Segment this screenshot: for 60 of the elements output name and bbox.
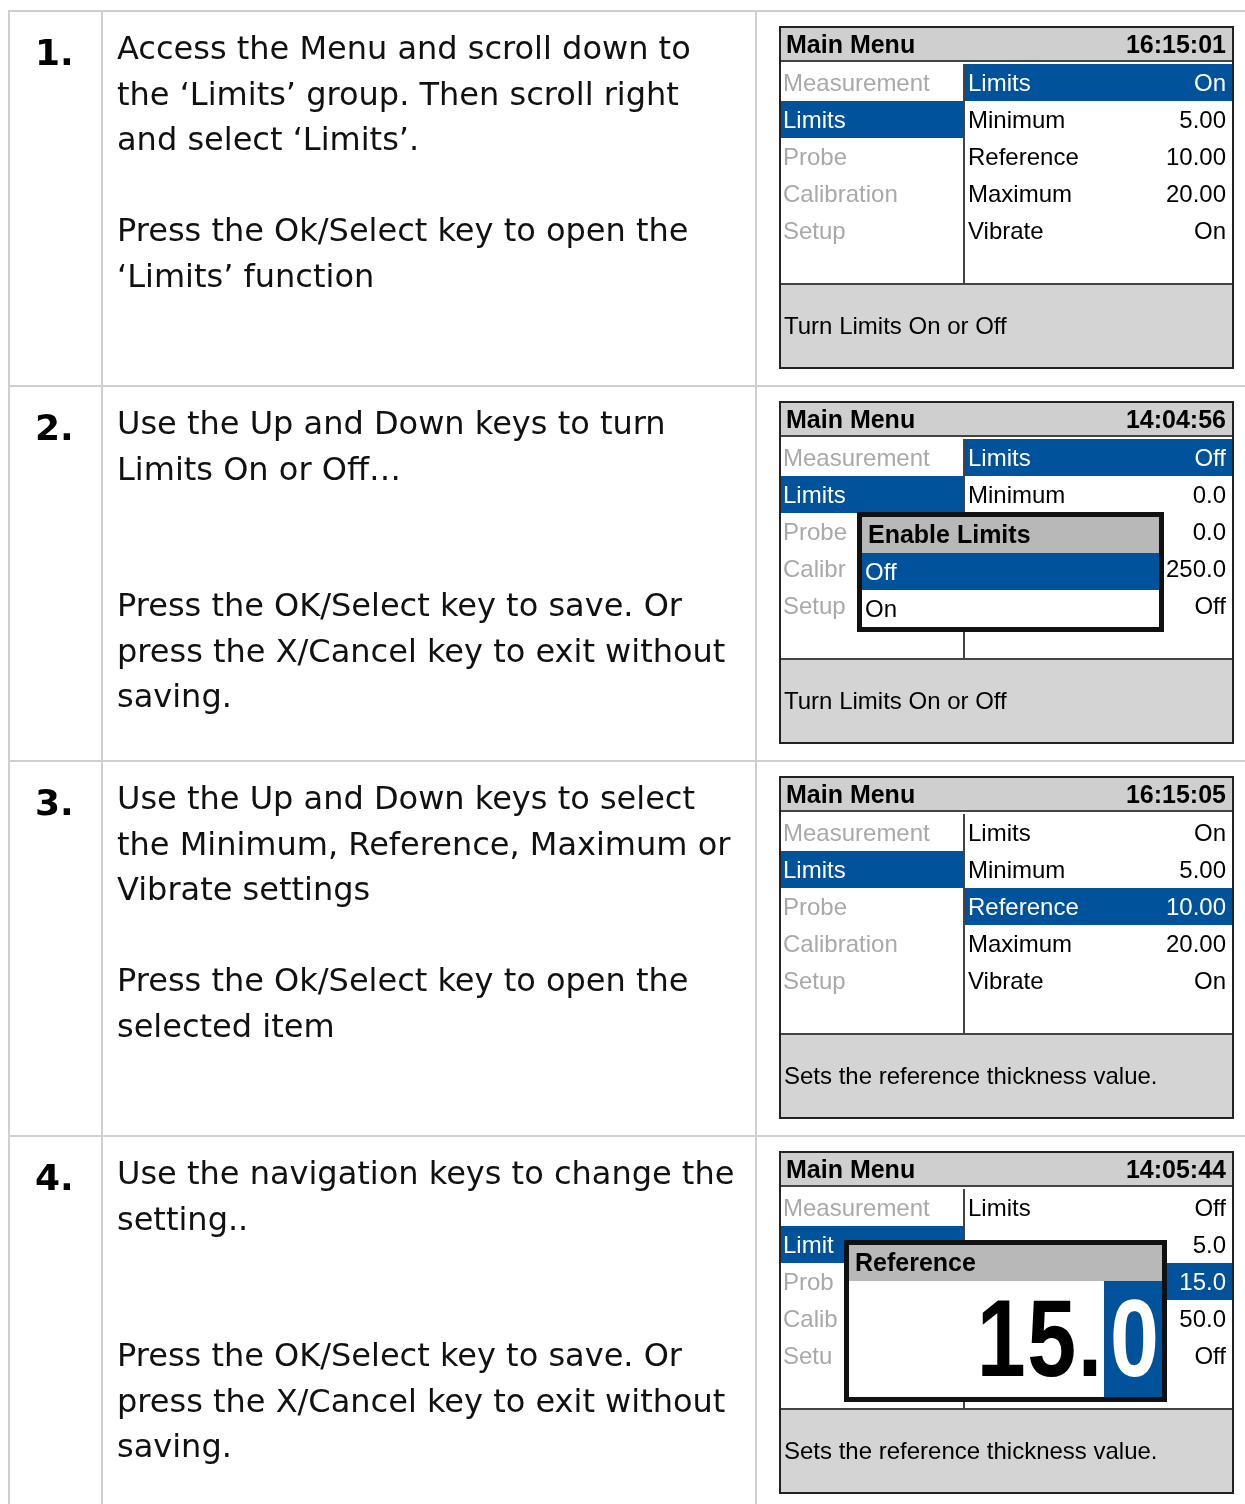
- setting-value: On: [1194, 966, 1226, 995]
- status-text: Turn Limits On or Off: [784, 312, 1007, 340]
- setting-value: Off: [1194, 1193, 1226, 1222]
- popup-title: Reference: [849, 1245, 1162, 1281]
- setting-label: Minimum: [968, 105, 1066, 134]
- setting-value: 5.0: [1192, 1230, 1226, 1259]
- step-number: 3.: [35, 782, 74, 823]
- popup-title: Enable Limits: [862, 517, 1159, 553]
- setting-value: On: [1194, 68, 1226, 97]
- setting-label: Reference: [968, 142, 1079, 171]
- status-text: Sets the reference thickness value.: [784, 1062, 1158, 1090]
- clock-time: 14:04:56: [1125, 404, 1226, 434]
- step-number: 2.: [35, 407, 74, 448]
- setting-label: Minimum: [968, 855, 1066, 884]
- instruction-text: Use the Up and Down keys to turn Limits On or Off…: [117, 403, 667, 490]
- setting-value: 5.00: [1179, 855, 1226, 884]
- setting-value: 250.0: [1165, 554, 1226, 583]
- setting-value: 0.0: [1192, 517, 1226, 546]
- setting-value: 50.0: [1179, 1304, 1226, 1333]
- step-number: 4.: [35, 1157, 74, 1198]
- setting-value: 20.00: [1165, 929, 1226, 958]
- status-text: Sets the reference thickness value.: [784, 1437, 1158, 1465]
- setting-value: Off: [1194, 443, 1226, 472]
- setting-label: Reference: [968, 892, 1079, 921]
- step-number: 1.: [35, 32, 74, 73]
- setting-value: 0.0: [1192, 480, 1226, 509]
- clock-time: 16:15:05: [1125, 779, 1226, 809]
- menu-title: Main Menu: [786, 1154, 916, 1184]
- value-digits: 15.: [976, 1281, 1104, 1397]
- menu-title: Main Menu: [786, 779, 916, 809]
- instruction-text: Press the Ok/Select key to open the selected item: [117, 960, 690, 1047]
- status-text: Turn Limits On or Off: [784, 687, 1007, 715]
- setting-value: On: [1194, 216, 1226, 245]
- setting-value: 5.00: [1179, 105, 1226, 134]
- setting-label: Maximum: [968, 929, 1072, 958]
- menu-title: Main Menu: [786, 29, 916, 59]
- setting-label: Minimum: [968, 480, 1066, 509]
- setting-value: 10.00: [1165, 142, 1226, 171]
- instruction-text: Use the Up and Down keys to select the Minimum, Reference, Maximum or Vibrate settings: [117, 778, 732, 910]
- instruction-text: Press the Ok/Select key to open the ‘Limits’ function: [117, 210, 690, 297]
- setting-label: Limits: [968, 818, 1031, 847]
- setting-value: 10.00: [1165, 892, 1226, 921]
- clock-time: 16:15:01: [1125, 29, 1226, 59]
- setting-label: Limits: [968, 68, 1031, 97]
- instruction-text: Use the navigation keys to change the setting..: [117, 1153, 736, 1240]
- setting-label: Vibrate: [968, 216, 1044, 245]
- setting-label: Vibrate: [968, 966, 1044, 995]
- setting-value: 15.0: [1179, 1267, 1226, 1296]
- setting-label: Maximum: [968, 179, 1072, 208]
- setting-value: 20.00: [1165, 179, 1226, 208]
- setting-value: Off: [1194, 591, 1226, 620]
- setting-value: On: [1194, 818, 1226, 847]
- instruction-text: Press the OK/Select key to save. Or press the X/Cancel key to exit without saving.: [117, 585, 727, 717]
- setting-value: Off: [1194, 1341, 1226, 1370]
- instruction-text: Press the OK/Select key to save. Or press the X/Cancel key to exit without saving.: [117, 1335, 727, 1467]
- menu-title: Main Menu: [786, 404, 916, 434]
- setting-label: Limits: [968, 1193, 1031, 1222]
- instruction-text: Access the Menu and scroll down to the ‘Limits’ group. Then scroll right and select ‘Limits’.: [117, 28, 692, 160]
- setting-label: Limits: [968, 443, 1031, 472]
- clock-time: 14:05:44: [1125, 1154, 1226, 1184]
